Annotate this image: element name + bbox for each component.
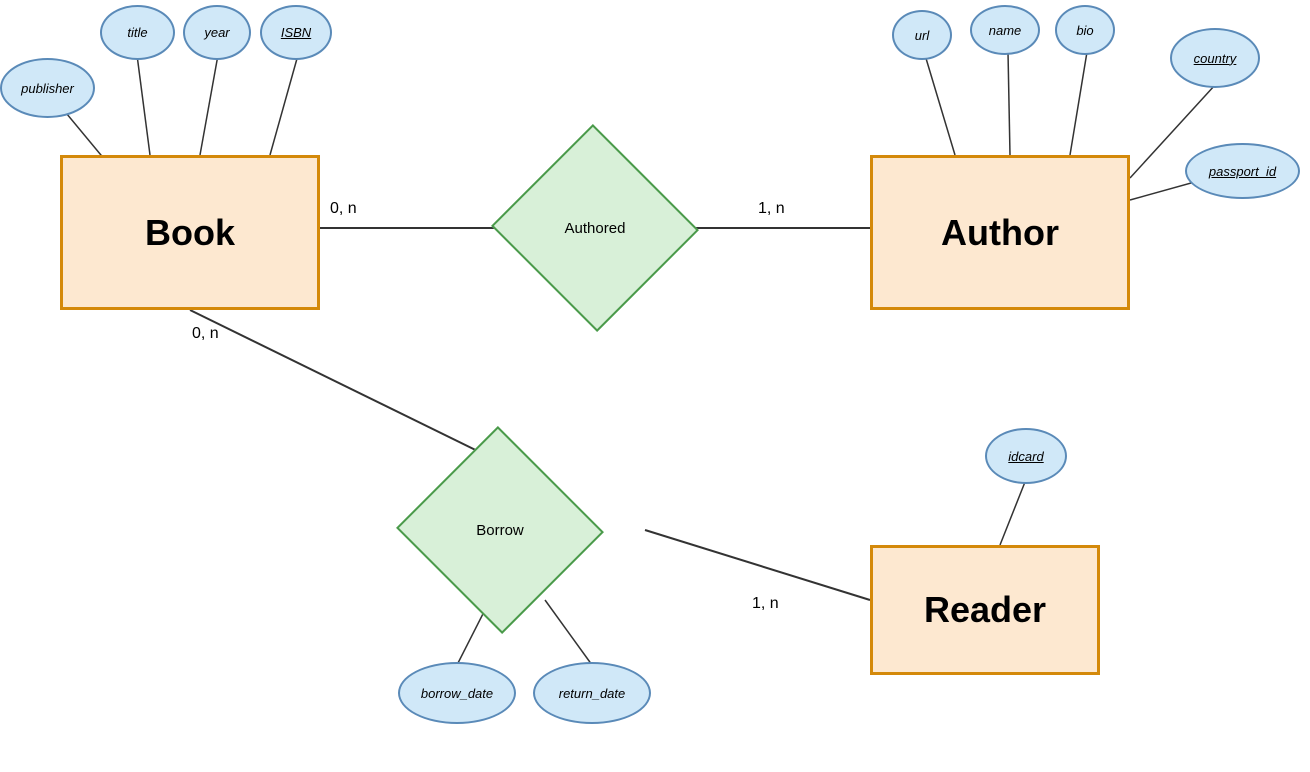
attr-year: year bbox=[183, 5, 251, 60]
attr-borrow-date: borrow_date bbox=[398, 662, 516, 724]
cardinality-reader-borrow: 1, n bbox=[752, 595, 779, 613]
entity-book: Book bbox=[60, 155, 320, 310]
cardinality-book-authored: 0, n bbox=[330, 200, 357, 218]
cardinality-book-borrow: 0, n bbox=[192, 325, 219, 343]
entity-author-label: Author bbox=[941, 212, 1059, 254]
relation-authored-label: Authored bbox=[565, 220, 626, 237]
cardinality-author-authored: 1, n bbox=[758, 200, 785, 218]
attr-passport-id: passport_id bbox=[1185, 143, 1300, 199]
entity-book-label: Book bbox=[145, 212, 235, 254]
attr-publisher: publisher bbox=[0, 58, 95, 118]
attr-title: title bbox=[100, 5, 175, 60]
relation-borrow-label: Borrow bbox=[476, 522, 524, 539]
attr-return-date: return_date bbox=[533, 662, 651, 724]
entity-author: Author bbox=[870, 155, 1130, 310]
attr-name: name bbox=[970, 5, 1040, 55]
attr-bio: bio bbox=[1055, 5, 1115, 55]
attr-url: url bbox=[892, 10, 952, 60]
attr-idcard: idcard bbox=[985, 428, 1067, 484]
relation-authored: Authored bbox=[522, 158, 668, 298]
relation-borrow: Borrow bbox=[427, 460, 573, 600]
attr-isbn: ISBN bbox=[260, 5, 332, 60]
entity-reader: Reader bbox=[870, 545, 1100, 675]
entity-reader-label: Reader bbox=[924, 589, 1046, 631]
attr-country: country bbox=[1170, 28, 1260, 88]
diagram-svg bbox=[0, 0, 1310, 772]
